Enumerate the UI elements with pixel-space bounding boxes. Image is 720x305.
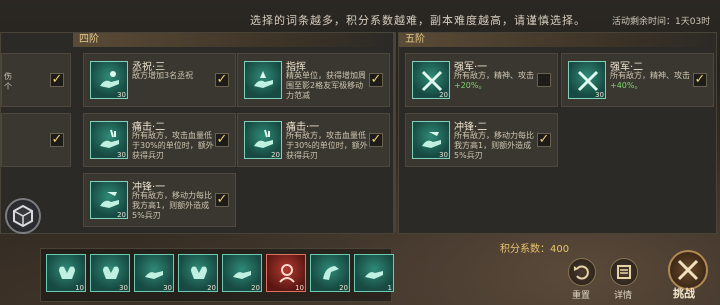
card-desc: 所有敌方，移动力每比我方高1，则额外造成5%兵刃 [454,131,534,160]
hand-icon: 20 [90,181,128,219]
score-coefficient: 积分系数：400 [500,244,570,255]
tray-slot-muscle-icon[interactable]: 30 [90,254,130,292]
cube-icon [13,204,33,228]
reset-label[interactable]: 重置 [572,288,590,301]
affix-card-strong-army-2[interactable]: 30 强军·二 所有敌方，精神、攻击+40%。 ✓ [561,53,714,107]
card-checkbox[interactable]: ✓ [215,133,229,147]
tray-slot-muscle-icon[interactable]: 10 [46,254,86,292]
hand-icon [244,61,282,99]
card-checkbox[interactable]: ✓ [693,73,707,87]
left-stub-card-2[interactable]: ✓ [1,113,71,167]
hand-icon: 30 [90,121,128,159]
affix-card-strike-1[interactable]: 20 痛击·一 所有敌方，攻击血量低于30%的单位时，额外获得兵刃 ✓ [237,113,390,167]
tray-slot-arm-icon[interactable]: 20 [310,254,350,292]
affix-card-charge-1[interactable]: 20 冲锋·一 所有敌方，移动力每比我方高1，则额外造成5%兵刃 ✓ [83,173,236,227]
tier-4-panel: 四阶 伤个 ✓ ✓ 30 丞祝·三 敌方增加3名丞祝 ✓ 指挥 精英单位，获得增… [0,32,394,234]
card-desc: 所有敌方，精神、攻击+40%。 [610,71,690,90]
reset-icon [574,265,589,280]
side-menu-button[interactable] [5,198,41,234]
card-checkbox[interactable]: ✓ [537,133,551,147]
card-desc: 敌方增加3名丞祝 [132,71,194,80]
stub-checkbox[interactable]: ✓ [50,133,64,147]
affix-card-strong-army-1[interactable]: 20 强军·一 所有敌方，精神、攻击+20%。 [405,53,558,107]
hand-icon: 20 [244,121,282,159]
card-desc: 所有敌方，攻击血量低于30%的单位时，额外获得兵刃 [132,131,214,160]
tray-slot-hand-icon[interactable]: 20 [222,254,262,292]
card-desc: 所有敌方，攻击血量低于30%的单位时，额外获得兵刃 [286,131,368,160]
card-checkbox[interactable]: ✓ [369,133,383,147]
card-desc: 精英单位，获得增加周围至影2格友军极移动力范减 [286,71,366,100]
tray-slot-red-head-icon[interactable]: 10 [266,254,306,292]
card-checkbox[interactable]: ✓ [369,73,383,87]
panel-divider [394,32,396,232]
reset-button[interactable] [568,258,596,286]
stub-text: 伤个 [4,72,12,91]
tray-slot-hand-icon[interactable]: 30 [134,254,174,292]
challenge-label[interactable]: 挑战 [673,285,695,301]
tier-4-header: 四阶 [73,33,393,47]
selection-notice: 选择的词条越多，积分系数越难，副本难度越高，请谨慎选择。 [250,14,586,27]
detail-label[interactable]: 详情 [614,288,632,301]
affix-card-charge-2[interactable]: 30 冲锋·二 所有敌方，移动力每比我方高1，则额外造成5%兵刃 ✓ [405,113,558,167]
tray-slot-hand-icon[interactable]: 1 [354,254,394,292]
top-bar: 选择的词条越多，积分系数越难，副本难度越高，请谨慎选择。 活动剩余时间：1天03… [0,0,720,34]
crossed-swords-icon [677,259,699,281]
tier-5-panel: 五阶 20 强军·一 所有敌方，精神、攻击+20%。 30 强军·二 所有敌方，… [398,32,717,234]
event-timer: 活动剩余时间：1天03时 [612,17,711,27]
left-stub-card-1[interactable]: 伤个 ✓ [1,53,71,107]
hand-icon: 30 [90,61,128,99]
challenge-button[interactable] [668,250,708,290]
tray-slot-muscle-icon[interactable]: 20 [178,254,218,292]
card-checkbox[interactable]: ✓ [215,193,229,207]
card-checkbox[interactable]: ✓ [215,73,229,87]
affix-card-strike-2[interactable]: 30 痛击·二 所有敌方，攻击血量低于30%的单位时，额外获得兵刃 ✓ [83,113,236,167]
crossed-swords-icon: 20 [412,61,450,99]
stub-checkbox[interactable]: ✓ [50,73,64,87]
scroll-icon [617,265,631,279]
card-desc: 所有敌方，精神、攻击+20%。 [454,71,534,90]
affix-card-zhuzhu-3[interactable]: 30 丞祝·三 敌方增加3名丞祝 ✓ [83,53,236,107]
tier-5-header: 五阶 [399,33,716,47]
hand-icon: 30 [412,121,450,159]
crossed-swords-icon: 30 [568,61,606,99]
card-desc: 所有敌方，移动力每比我方高1，则额外造成5%兵刃 [132,191,212,220]
affix-card-command[interactable]: 指挥 精英单位，获得增加周围至影2格友军极移动力范减 ✓ [237,53,390,107]
card-checkbox[interactable] [537,73,551,87]
detail-button[interactable] [610,258,638,286]
